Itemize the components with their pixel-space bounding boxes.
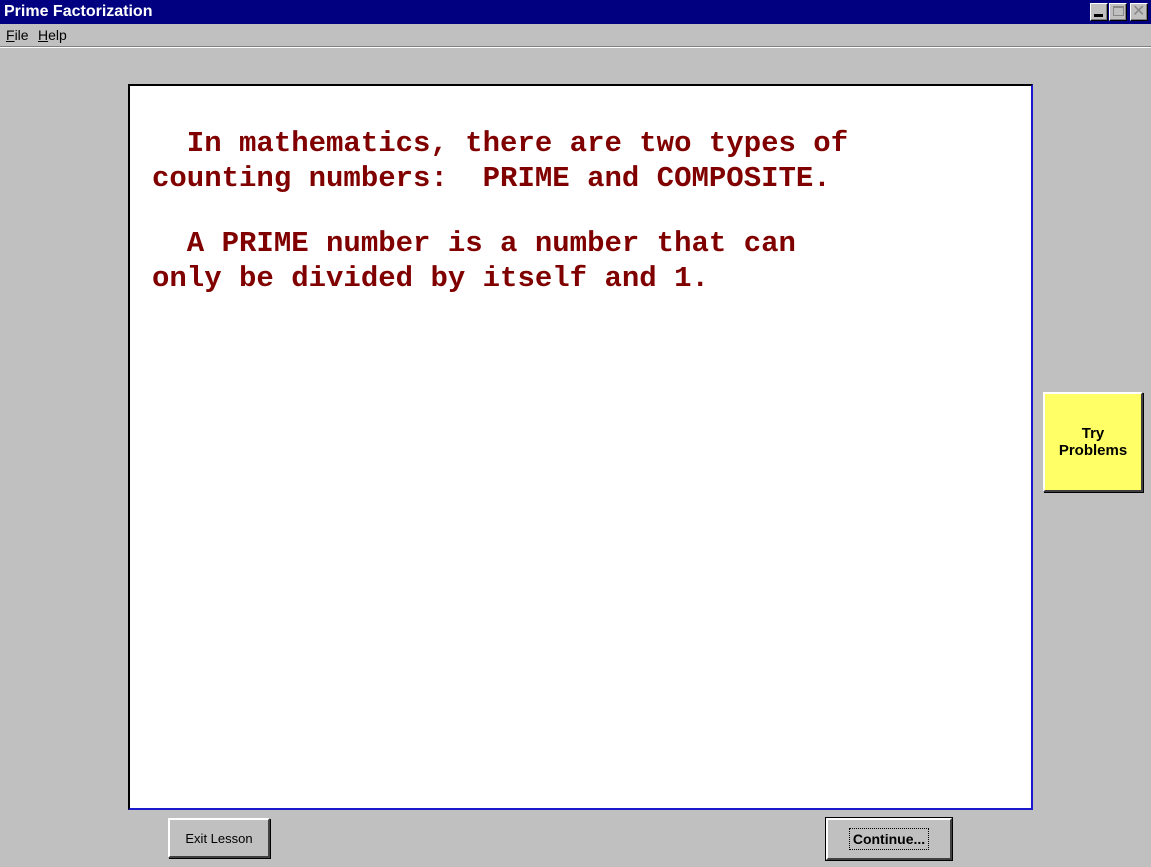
- window-title: Prime Factorization: [4, 3, 153, 20]
- maximize-icon: [1113, 6, 1124, 16]
- close-button[interactable]: ✕: [1130, 1, 1148, 21]
- try-problems-button[interactable]: Try Problems: [1043, 392, 1143, 492]
- title-bar[interactable]: Prime Factorization ✕: [0, 0, 1151, 24]
- close-icon: ✕: [1132, 1, 1146, 20]
- lesson-paragraph-intro: In mathematics, there are two types of c…: [152, 127, 849, 195]
- menu-help[interactable]: Help: [38, 27, 67, 43]
- exit-lesson-button[interactable]: Exit Lesson: [168, 818, 270, 858]
- minimize-button[interactable]: [1090, 3, 1108, 21]
- menu-bar: File Help: [0, 24, 1151, 46]
- continue-button[interactable]: Continue...: [825, 817, 953, 861]
- exit-lesson-label: Exit Lesson: [185, 830, 253, 846]
- try-problems-label: Try Problems: [1058, 425, 1128, 459]
- minimize-icon: [1094, 14, 1103, 17]
- maximize-button[interactable]: [1109, 3, 1127, 21]
- lesson-panel: In mathematics, there are two types of c…: [128, 84, 1033, 810]
- continue-label: Continue...: [848, 828, 930, 850]
- menu-file[interactable]: File: [6, 27, 29, 43]
- menu-divider: [0, 46, 1151, 48]
- lesson-paragraph-prime-definition: A PRIME number is a number that can only…: [152, 227, 796, 295]
